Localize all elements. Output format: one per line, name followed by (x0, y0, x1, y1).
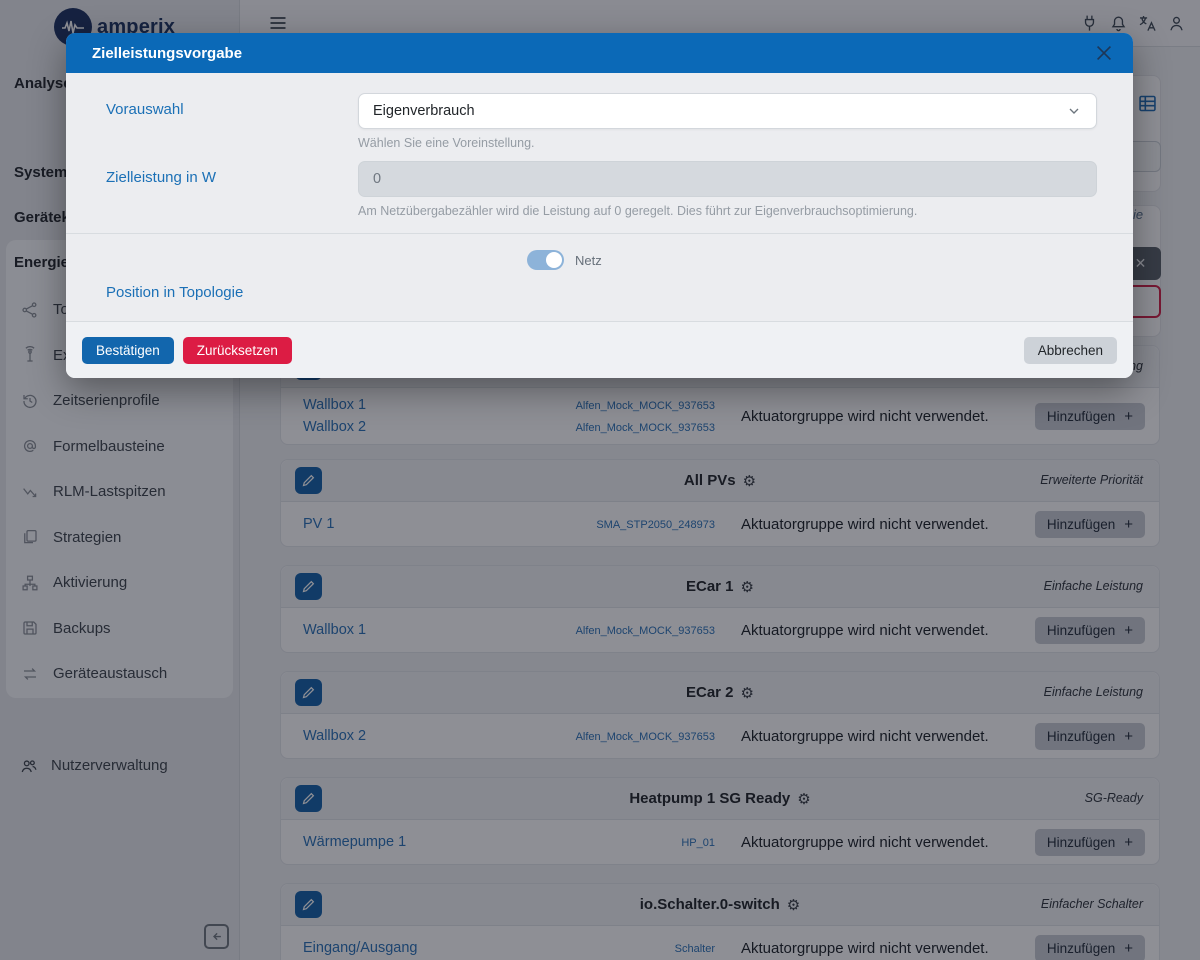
confirm-button[interactable]: Bestätigen (82, 337, 174, 364)
reset-button[interactable]: Zurücksetzen (183, 337, 292, 364)
dialog-body: Vorauswahl Eigenverbrauch Wählen Sie ein… (66, 73, 1133, 302)
zielleistungsvorgabe-dialog: Zielleistungsvorgabe Vorauswahl Eigenver… (66, 33, 1133, 378)
netz-toggle-label: Netz (575, 253, 602, 268)
chevron-down-icon (1066, 103, 1082, 119)
target-power-helper-text: Am Netzübergabezähler wird die Leistung … (358, 204, 1097, 218)
netz-toggle[interactable] (527, 250, 564, 270)
target-power-input[interactable] (358, 161, 1097, 197)
preset-select-value: Eigenverbrauch (373, 103, 475, 119)
dialog-header: Zielleistungsvorgabe (66, 33, 1133, 73)
position-in-topology-link[interactable]: Position in Topologie (106, 284, 243, 301)
preset-label: Vorauswahl (106, 93, 358, 150)
dialog-title: Zielleistungsvorgabe (92, 45, 242, 62)
close-icon[interactable] (1093, 42, 1115, 64)
dialog-footer: Bestätigen Zurücksetzen Abbrechen (66, 321, 1133, 378)
cancel-button[interactable]: Abbrechen (1024, 337, 1117, 364)
preset-select[interactable]: Eigenverbrauch (358, 93, 1097, 129)
target-power-label: Zielleistung in W (106, 161, 358, 218)
divider (66, 233, 1133, 234)
preset-helper-text: Wählen Sie eine Voreinstellung. (358, 136, 1097, 150)
